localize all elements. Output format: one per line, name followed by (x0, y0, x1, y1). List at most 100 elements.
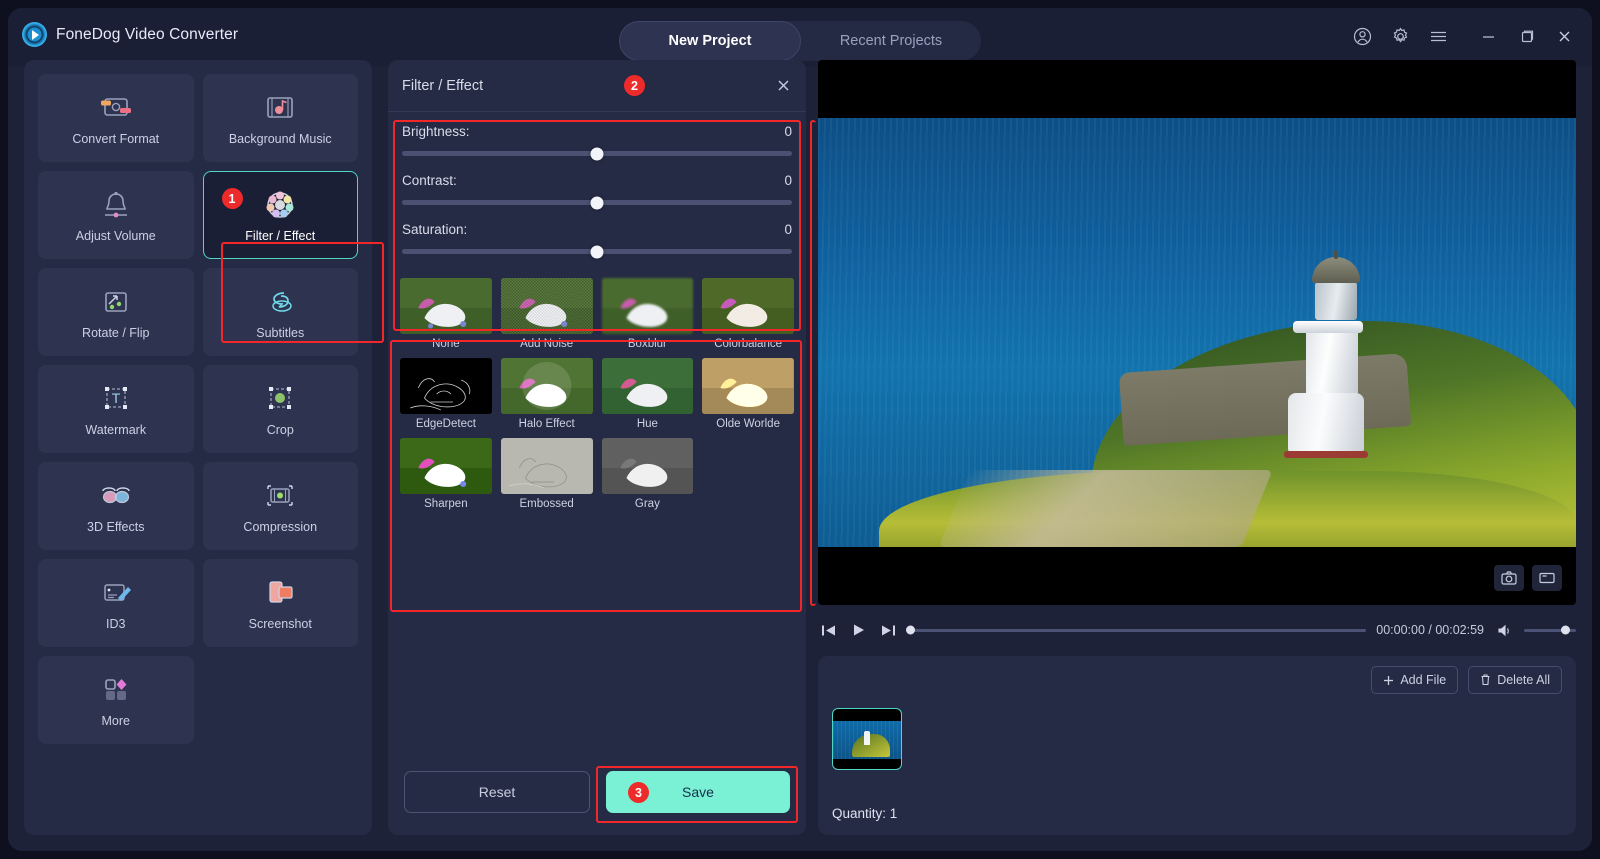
sidebar-item-id3[interactable]: ID3 (38, 559, 194, 647)
volume-icon[interactable] (1494, 620, 1514, 640)
preset-thumbnail (702, 358, 794, 414)
app-brand: FoneDog Video Converter (22, 22, 238, 47)
sidebar-item-label: ID3 (106, 617, 125, 631)
sidebar-item-rotate-flip[interactable]: Rotate / Flip (38, 268, 194, 356)
preset-sharpen[interactable]: Sharpen (400, 438, 492, 510)
preset-edgedetect[interactable]: EdgeDetect (400, 358, 492, 430)
preset-hue[interactable]: Hue (602, 358, 694, 430)
preset-label: Sharpen (400, 498, 492, 510)
step-badge-1: 1 (222, 188, 243, 209)
title-bar: FoneDog Video Converter New Project Rece… (8, 8, 1592, 66)
panel-header: Filter / Effect 2 (388, 60, 806, 112)
sidebar-item-adjust-volume[interactable]: Adjust Volume (38, 171, 194, 259)
background-music-icon (263, 91, 297, 125)
player-controls: 00:00:00 / 00:02:59 (818, 613, 1576, 647)
account-icon[interactable] (1350, 24, 1374, 48)
preset-boxblur[interactable]: Boxblur (602, 278, 694, 350)
fullscreen-icon[interactable] (1532, 565, 1562, 591)
close-button[interactable] (1552, 24, 1576, 48)
saturation-slider-track[interactable] (402, 249, 792, 254)
tab-new-project[interactable]: New Project (619, 21, 801, 61)
preset-thumbnail (400, 278, 492, 334)
annotation-edge-left (810, 120, 816, 606)
preset-thumbnail (602, 278, 694, 334)
file-item[interactable] (832, 708, 906, 770)
panel-action-buttons: Reset 3 Save (388, 771, 806, 813)
preset-thumbnail (702, 278, 794, 334)
trash-icon (1480, 674, 1491, 686)
preset-olde-worlde[interactable]: Olde Worlde (702, 358, 794, 430)
slider-brightness: Brightness: 0 (402, 124, 792, 156)
id3-icon (99, 576, 133, 610)
filter-presets-grid: None Add Noise (388, 270, 806, 514)
close-icon[interactable] (772, 74, 794, 96)
panel-title: Filter / Effect (402, 78, 483, 94)
contrast-slider-track[interactable] (402, 200, 792, 205)
minimize-button[interactable] (1476, 24, 1500, 48)
sidebar-item-background-music[interactable]: Background Music (203, 74, 359, 162)
seek-bar[interactable] (908, 629, 1366, 632)
settings-gear-icon[interactable] (1388, 24, 1412, 48)
project-tabs: New Project Recent Projects (619, 21, 981, 61)
preset-colorbalance[interactable]: Colorbalance (702, 278, 794, 350)
tools-grid: Convert Format Background Music (38, 74, 358, 744)
preset-embossed[interactable]: Embossed (501, 438, 593, 510)
preset-gray[interactable]: Gray (602, 438, 694, 510)
svg-text:T: T (111, 390, 120, 406)
sidebar-item-compression[interactable]: Compression (203, 462, 359, 550)
file-list-panel: Add File Delete All Quantity: 1 (818, 656, 1576, 835)
seek-handle[interactable] (906, 626, 915, 635)
application-window: FoneDog Video Converter New Project Rece… (8, 8, 1592, 851)
more-icon (99, 673, 133, 707)
plus-icon (1383, 675, 1394, 686)
brightness-slider-track[interactable] (402, 151, 792, 156)
skip-next-icon[interactable] (878, 620, 898, 640)
volume-slider[interactable] (1524, 629, 1576, 632)
screenshot-icon (263, 576, 297, 610)
convert-format-icon (99, 91, 133, 125)
menu-hamburger-icon[interactable] (1426, 24, 1450, 48)
camera-snapshot-icon[interactable] (1494, 565, 1524, 591)
maximize-button[interactable] (1514, 24, 1538, 48)
brightness-slider-thumb[interactable] (591, 147, 604, 160)
contrast-slider-thumb[interactable] (591, 196, 604, 209)
delete-all-button[interactable]: Delete All (1468, 666, 1562, 694)
preset-label: Boxblur (602, 338, 694, 350)
sidebar-item-subtitles[interactable]: Subtitles (203, 268, 359, 356)
sidebar-item-screenshot[interactable]: Screenshot (203, 559, 359, 647)
preset-thumbnail (501, 278, 593, 334)
tab-recent-projects[interactable]: Recent Projects (801, 21, 981, 61)
skip-previous-icon[interactable] (818, 620, 838, 640)
preset-halo-effect[interactable]: Halo Effect (501, 358, 593, 430)
preset-add-noise[interactable]: Add Noise (501, 278, 593, 350)
preset-label: EdgeDetect (400, 418, 492, 430)
saturation-slider-thumb[interactable] (591, 245, 604, 258)
slider-value: 0 (784, 222, 792, 237)
preset-thumbnail (602, 358, 694, 414)
save-button[interactable]: 3 Save (606, 771, 790, 813)
play-icon[interactable] (848, 620, 868, 640)
preset-thumbnail (501, 438, 593, 494)
preset-label: Colorbalance (702, 338, 794, 350)
sidebar-item-label: Compression (243, 520, 317, 534)
step-badge-2: 2 (624, 75, 645, 96)
sidebar-item-crop[interactable]: Crop (203, 365, 359, 453)
sidebar-item-3d-effects[interactable]: 3D Effects (38, 462, 194, 550)
preset-none[interactable]: None (400, 278, 492, 350)
sidebar-item-watermark[interactable]: T Watermark (38, 365, 194, 453)
video-preview[interactable] (818, 60, 1576, 605)
sidebar-item-filter-effect[interactable]: 1 Filter / Effect (203, 171, 359, 259)
sidebar-item-label: Screenshot (249, 617, 312, 631)
subtitles-icon (263, 285, 297, 319)
add-file-button[interactable]: Add File (1371, 666, 1458, 694)
preset-label: Olde Worlde (702, 418, 794, 430)
volume-handle[interactable] (1561, 626, 1570, 635)
sidebar-item-more[interactable]: More (38, 656, 194, 744)
rotate-flip-icon (99, 285, 133, 319)
app-title: FoneDog Video Converter (56, 26, 238, 44)
preset-thumbnail (501, 358, 593, 414)
preset-thumbnail (400, 438, 492, 494)
sidebar-item-convert-format[interactable]: Convert Format (38, 74, 194, 162)
delete-all-label: Delete All (1497, 673, 1550, 687)
reset-button[interactable]: Reset (404, 771, 590, 813)
